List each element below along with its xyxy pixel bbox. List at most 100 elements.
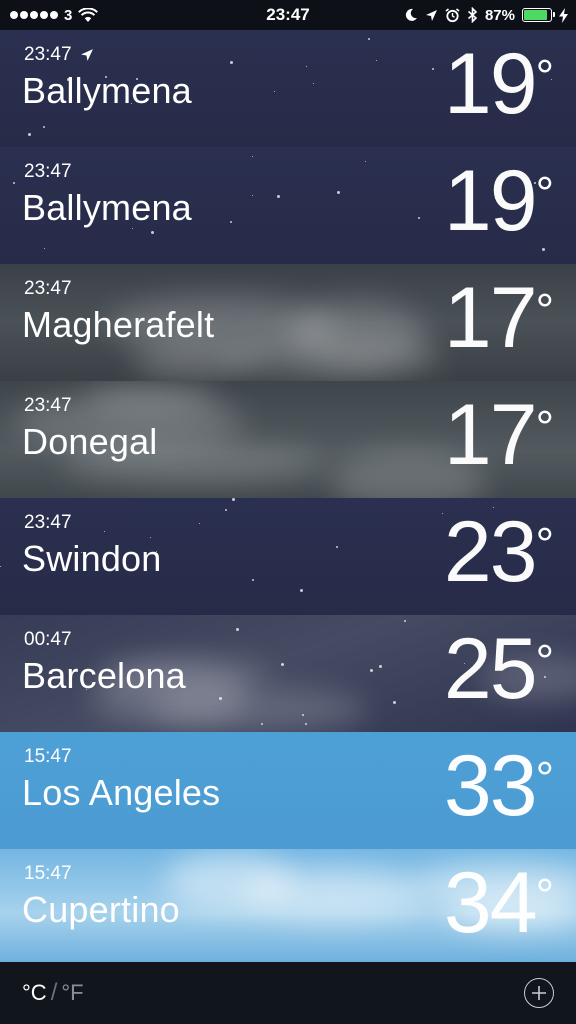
star-decoration	[368, 38, 370, 40]
city-time-row: 15:47	[24, 746, 72, 768]
status-right: 87%	[404, 7, 576, 24]
fahrenheit-toggle[interactable]: °F	[61, 980, 83, 1006]
city-time: 23:47	[24, 278, 72, 299]
star-decoration	[252, 579, 254, 581]
star-decoration	[337, 191, 340, 194]
cloud-decoration	[242, 869, 426, 919]
city-temperature: 17°	[443, 385, 554, 485]
city-time: 23:47	[24, 512, 72, 533]
star-decoration	[336, 546, 338, 548]
star-decoration	[370, 669, 373, 672]
star-decoration	[302, 714, 304, 716]
battery-icon	[522, 8, 555, 22]
temperature-value: 23	[443, 504, 538, 600]
star-decoration	[393, 701, 396, 704]
unit-toggle[interactable]: °C / °F	[22, 979, 84, 1007]
city-name: Magherafelt	[22, 304, 215, 345]
star-decoration	[232, 498, 235, 501]
plus-circle-icon	[532, 986, 546, 1000]
add-city-button[interactable]	[524, 978, 554, 1008]
city-name: Donegal	[22, 421, 158, 462]
city-temperature: 34°	[443, 853, 554, 953]
city-name: Swindon	[22, 538, 162, 579]
city-row[interactable]: 00:47 Barcelona 25°	[0, 615, 576, 732]
city-row[interactable]: 23:47 Donegal 17°	[0, 381, 576, 498]
temperature-value: 34	[443, 855, 538, 951]
temperature-value: 17	[443, 387, 538, 483]
temperature-value: 19	[443, 36, 538, 132]
star-decoration	[230, 221, 232, 223]
city-time: 23:47	[24, 44, 72, 65]
status-bar: 3 23:47 87%	[0, 0, 576, 30]
city-time-row: 23:47	[24, 161, 72, 183]
battery-fill	[524, 10, 547, 20]
degree-symbol: °	[535, 284, 554, 336]
star-decoration	[379, 665, 382, 668]
city-name: Ballymena	[22, 187, 192, 228]
city-name: Ballymena	[22, 70, 192, 111]
star-decoration	[199, 523, 200, 524]
city-temperature: 33°	[443, 736, 554, 836]
city-time-row: 23:47	[24, 395, 72, 417]
city-temperature: 19°	[443, 34, 554, 134]
celsius-toggle[interactable]: °C	[22, 980, 47, 1006]
city-time: 23:47	[24, 395, 72, 416]
city-row[interactable]: 23:47 Ballymena 19°	[0, 30, 576, 147]
city-time: 15:47	[24, 746, 72, 767]
temperature-value: 33	[443, 738, 538, 834]
star-decoration	[43, 126, 45, 128]
weather-screen: 3 23:47 87% 23:47 Ballymena 19° 23:47 Ba…	[0, 0, 576, 1024]
city-row[interactable]: 23:47 Magherafelt 17°	[0, 264, 576, 381]
star-decoration	[300, 589, 303, 592]
star-decoration	[44, 248, 45, 249]
star-decoration	[306, 66, 307, 67]
bottom-toolbar: °C / °F	[0, 962, 576, 1024]
bluetooth-icon	[467, 7, 478, 23]
temperature-value: 19	[443, 153, 538, 249]
star-decoration	[104, 531, 105, 532]
city-time-row: 00:47	[24, 629, 72, 651]
degree-symbol: °	[535, 869, 554, 921]
star-decoration	[252, 195, 253, 196]
city-time: 15:47	[24, 863, 72, 884]
star-decoration	[376, 60, 377, 61]
star-decoration	[305, 723, 307, 725]
star-decoration	[274, 91, 275, 92]
star-decoration	[252, 156, 253, 157]
star-decoration	[236, 628, 239, 631]
charging-bolt-icon	[559, 7, 568, 23]
city-temperature: 23°	[443, 502, 554, 602]
star-decoration	[418, 217, 420, 219]
city-time-row: 15:47	[24, 863, 72, 885]
city-time-row: 23:47	[24, 278, 72, 300]
city-temperature: 17°	[443, 268, 554, 368]
city-time-row: 23:47	[24, 512, 72, 534]
star-decoration	[442, 513, 443, 514]
degree-symbol: °	[535, 635, 554, 687]
city-row[interactable]: 23:47 Swindon 23°	[0, 498, 576, 615]
city-name: Cupertino	[22, 889, 180, 930]
degree-symbol: °	[535, 50, 554, 102]
degree-symbol: °	[535, 518, 554, 570]
degree-symbol: °	[535, 401, 554, 453]
star-decoration	[313, 83, 314, 84]
city-list: 23:47 Ballymena 19° 23:47 Ballymena 19° …	[0, 30, 576, 966]
city-time: 23:47	[24, 161, 72, 182]
unit-separator: /	[50, 979, 58, 1006]
star-decoration	[28, 133, 31, 136]
city-row[interactable]: 15:47 Los Angeles 33°	[0, 732, 576, 849]
location-arrow-icon	[80, 49, 93, 61]
star-decoration	[281, 663, 284, 666]
star-decoration	[277, 195, 280, 198]
moon-icon	[405, 8, 417, 21]
city-time: 00:47	[24, 629, 72, 650]
city-name: Barcelona	[22, 655, 186, 696]
star-decoration	[151, 231, 154, 234]
star-decoration	[225, 509, 227, 511]
city-temperature: 19°	[443, 151, 554, 251]
temperature-value: 17	[443, 270, 538, 366]
city-row[interactable]: 23:47 Ballymena 19°	[0, 147, 576, 264]
star-decoration	[13, 182, 15, 184]
location-arrow-icon	[425, 9, 437, 21]
city-row[interactable]: 15:47 Cupertino 34°	[0, 849, 576, 966]
